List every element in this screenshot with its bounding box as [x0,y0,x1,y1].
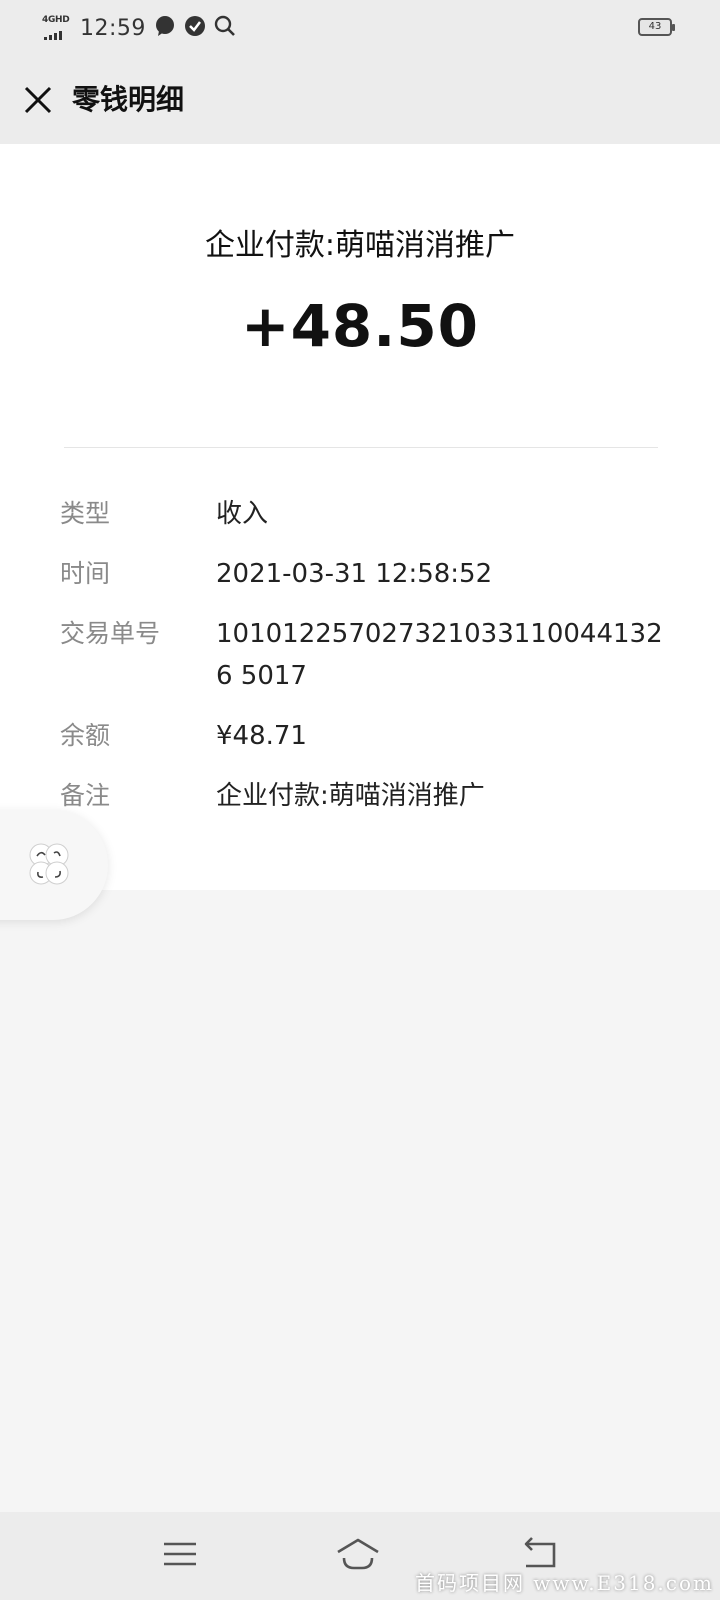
search-icon [214,15,236,41]
home-icon [337,1538,379,1570]
floating-assistant-button[interactable] [0,810,108,920]
menu-button[interactable] [156,1534,204,1574]
detail-label: 类型 [60,499,111,528]
status-time: 12:59 [80,15,146,41]
signal-icon [44,31,62,40]
detail-value: 企业付款:萌喵消消推广 [216,781,485,811]
detail-value[interactable]: 1010122570273210331100441326 5017 [216,613,666,697]
detail-label: 时间 [60,559,111,588]
status-bar: 4GHD 12:59 43 [0,0,720,56]
system-nav-bar: 首码项目网 www.E318.com [0,1512,720,1600]
watermark-text: 首码项目网 www.E318.com [414,1571,714,1595]
transaction-amount: +48.50 [240,292,480,360]
message-bubble-icon [154,15,176,41]
close-icon [24,86,52,114]
network-type-label: 4GHD [42,15,70,25]
detail-label: 备注 [60,781,111,810]
status-left: 4GHD 12:59 [40,10,236,46]
transaction-merchant: 企业付款:萌喵消消推广 [204,228,516,263]
detail-value: 收入 [216,499,269,529]
network-indicator: 4GHD [40,13,74,43]
transaction-card: 企业付款:萌喵消消推广 +48.50 类型 收入 时间 2021-03-31 1… [0,144,720,890]
page-title: 零钱明细 [72,83,185,116]
detail-label: 交易单号 [60,619,161,648]
floating-ball-icon [29,843,69,885]
detail-label: 余额 [60,721,111,750]
detail-value: ¥48.71 [216,721,307,751]
check-circle-icon [184,15,206,41]
detail-value: 2021-03-31 12:58:52 [216,559,493,589]
home-button[interactable] [334,1534,382,1574]
divider [64,447,658,448]
close-button[interactable] [18,80,58,120]
battery-icon: 43 [638,18,675,36]
nav-bar: 零钱明细 [0,56,720,144]
menu-icon [164,1542,196,1566]
